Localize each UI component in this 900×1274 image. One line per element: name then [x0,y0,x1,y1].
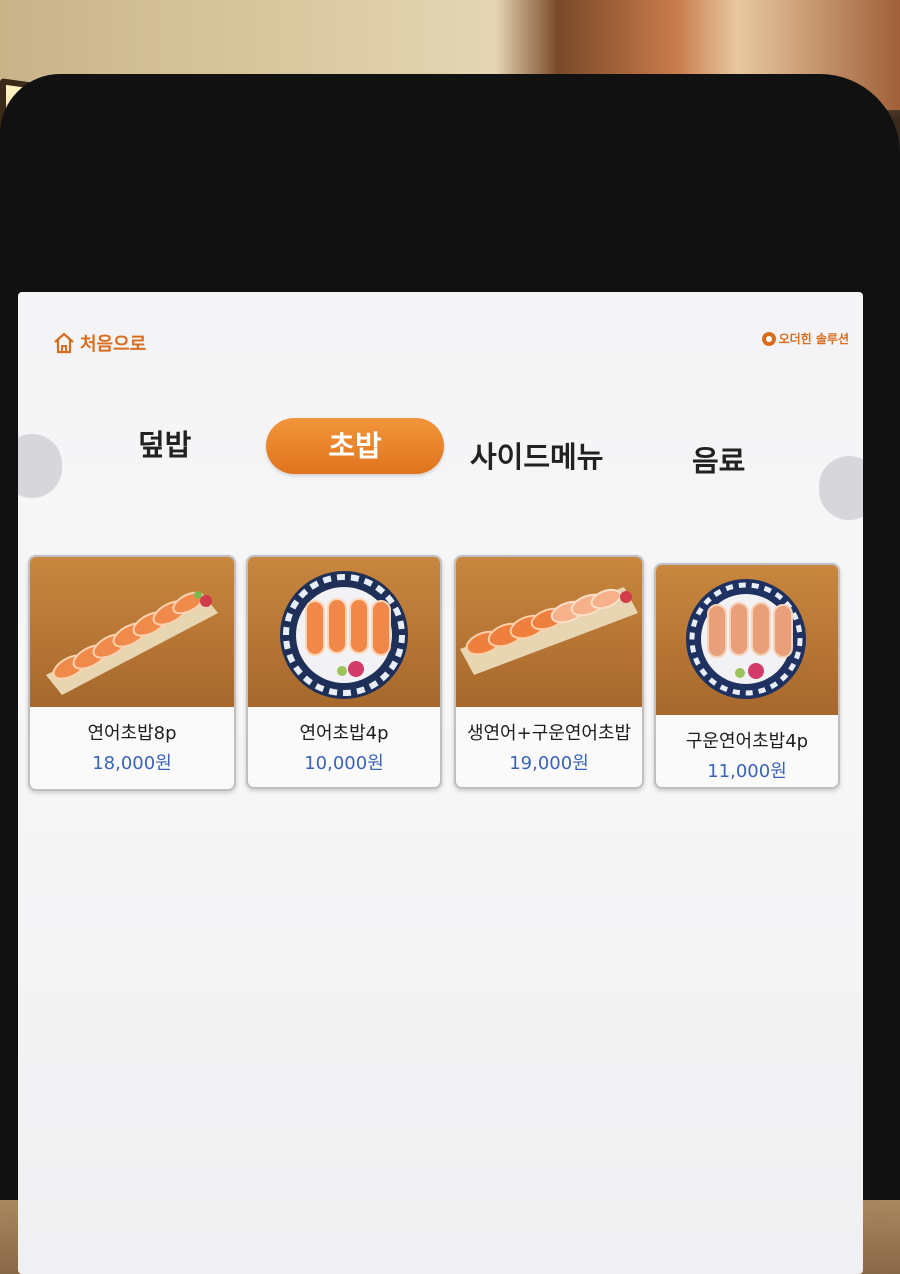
food-photo [656,565,838,715]
menu-item-price: 19,000원 [509,753,589,774]
menu-item-price: 18,000원 [92,753,172,774]
food-photo [30,557,234,707]
menu-item-price: 11,000원 [707,761,787,782]
menu-item-card[interactable]: 연어초밥4p 10,000원 [246,555,442,789]
menu-item-card[interactable]: 생연어+구운연어초밥 19,000원 [454,555,644,789]
menu-item-price: 10,000원 [304,753,384,774]
salmon-sushi-board-icon [460,587,638,675]
food-photo [248,557,440,707]
salmon-sushi-plate-icon [280,571,408,699]
home-label: 처음으로 [80,334,147,355]
salmon-sushi-board-icon [46,591,218,695]
seared-salmon-plate-icon [686,579,806,699]
brand-logo: 오더힌 솔루션 [761,330,849,347]
menu-item-card[interactable]: 연어초밥8p 18,000원 [28,555,236,791]
kiosk-bezel: 처음으로 오더힌 솔루션 덮밥 초밥 사이드메뉴 음료 연어초밥8p 18,00… [0,74,900,1274]
menu-item-name: 구운연어초밥4p [685,731,809,752]
food-photo [456,557,642,707]
kiosk-screen: 처음으로 오더힌 솔루션 덮밥 초밥 사이드메뉴 음료 연어초밥8p 18,00… [18,292,863,1274]
category-tabs: 덮밥 초밥 사이드메뉴 음료 [18,412,863,482]
home-button[interactable]: 처음으로 [52,330,146,356]
menu-grid: 연어초밥8p 18,000원 연어초밥4p 10,000원 생연어+구운연어초밥… [28,555,848,795]
tab-drinks[interactable]: 음료 [692,438,745,480]
tab-deopbap[interactable]: 덮밥 [138,422,191,464]
menu-item-name: 연어초밥4p [299,723,389,744]
menu-item-name: 연어초밥8p [87,723,177,744]
tab-side-menu[interactable]: 사이드메뉴 [470,434,603,476]
brand-icon [761,331,776,346]
menu-item-name: 생연어+구운연어초밥 [466,723,632,744]
home-icon [54,332,74,354]
menu-item-card[interactable]: 구운연어초밥4p 11,000원 [654,563,840,789]
tab-chobap[interactable]: 초밥 [266,418,444,474]
brand-label: 오더힌 솔루션 [778,332,849,346]
